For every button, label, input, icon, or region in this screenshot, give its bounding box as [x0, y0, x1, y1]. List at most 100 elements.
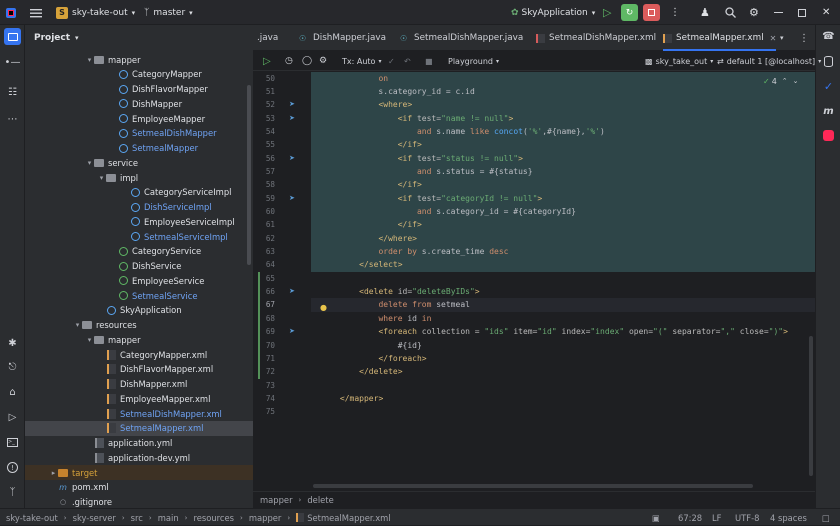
run-tool-icon[interactable]: ▷: [4, 409, 21, 426]
project-panel-header[interactable]: Project ▾: [25, 25, 253, 51]
tree-item-pom-xml[interactable]: m pom.xml: [25, 480, 253, 495]
expand-arrow-icon[interactable]: ▾: [85, 336, 94, 344]
stop-square-icon[interactable]: ■: [425, 51, 433, 71]
run-icon[interactable]: ▷: [603, 0, 611, 25]
datasource-selector[interactable]: ▩ sky_take_out ▾: [645, 51, 713, 71]
services-icon[interactable]: ⎋: [4, 359, 21, 376]
mybatis-navigate-icon[interactable]: ➤: [289, 327, 298, 335]
tree-item-setmealmapper[interactable]: SetmealMapper: [25, 141, 253, 156]
tree-item-mapper[interactable]: ▾ mapper: [25, 332, 253, 347]
debug-icon[interactable]: ✱: [4, 335, 21, 352]
build-icon[interactable]: ⌂: [4, 384, 21, 401]
tree-item-resources[interactable]: ▾ resources: [25, 318, 253, 333]
expand-arrow-icon[interactable]: ▾: [97, 174, 106, 182]
tree-item-application-yml[interactable]: application.yml: [25, 436, 253, 451]
structure-icon[interactable]: ☷: [4, 84, 21, 101]
project-tool-folder-icon[interactable]: [4, 28, 21, 45]
lock-icon[interactable]: □: [822, 509, 830, 526]
ai-assistant-icon[interactable]: [820, 127, 837, 144]
code-line[interactable]: [311, 272, 815, 285]
mybatis-navigate-icon[interactable]: ➤: [289, 287, 298, 295]
maven-icon[interactable]: m: [820, 103, 837, 120]
code-line[interactable]: where id in: [311, 312, 815, 325]
code-line[interactable]: [311, 405, 815, 418]
mybatis-navigate-icon[interactable]: ➤: [289, 194, 298, 202]
tree-item-dishflavormapper[interactable]: DishFlavorMapper: [25, 82, 253, 97]
code-line[interactable]: </if>: [311, 218, 815, 232]
maximize-icon[interactable]: [798, 0, 806, 25]
path-segment[interactable]: resources: [193, 513, 234, 523]
mybatis-navigate-icon[interactable]: ➤: [289, 154, 298, 162]
code-line[interactable]: <if test="status != null">: [311, 151, 815, 165]
add-user-icon[interactable]: ♟: [700, 0, 710, 25]
code-editor[interactable]: 50 on 51 s.category_id = c.id 52 ➤ <where> 5…: [253, 71, 815, 491]
tab-setmealmapper-xml[interactable]: SetmealMapper.xml ✕: [663, 25, 777, 51]
code-line[interactable]: and s.name like concot('%',#{name},'%'): [311, 124, 815, 139]
code-line[interactable]: </where>: [311, 231, 815, 246]
code-line[interactable]: </if>: [311, 138, 815, 152]
code-line[interactable]: <where>: [311, 98, 815, 112]
problems-icon[interactable]: !: [4, 459, 21, 476]
tree-item-categorymapper-xml[interactable]: CategoryMapper.xml: [25, 347, 253, 362]
expand-arrow-icon[interactable]: ▸: [49, 469, 58, 477]
path-segment[interactable]: mapper: [249, 513, 282, 523]
explain-plan-icon[interactable]: ◯: [302, 51, 312, 71]
tree-item-setmealmapper-xml[interactable]: SetmealMapper.xml: [25, 420, 253, 436]
settings-icon[interactable]: ⚙: [319, 51, 327, 71]
prev-highlight-icon[interactable]: ⌃: [782, 77, 788, 85]
editor-horizontal-scrollbar[interactable]: [313, 484, 753, 488]
expand-arrow-icon[interactable]: ▾: [73, 321, 82, 329]
mybatis-navigate-icon[interactable]: ➤: [289, 114, 298, 122]
path-segment[interactable]: sky-take-out: [6, 513, 58, 523]
tree-item-employeemapper-xml[interactable]: EmployeeMapper.xml: [25, 391, 253, 406]
tree-item-categoryservice[interactable]: CategoryService: [25, 244, 253, 259]
mybatis-navigate-icon[interactable]: ➤: [289, 100, 298, 108]
editor-scrollbar[interactable]: [809, 336, 813, 476]
more-tools-icon[interactable]: ⋯: [4, 111, 21, 128]
tree-item-categorymapper[interactable]: CategoryMapper: [25, 67, 253, 82]
code-line[interactable]: on: [311, 71, 815, 85]
tree-item-employeemapper[interactable]: EmployeeMapper: [25, 111, 253, 126]
commit-icon[interactable]: •—: [4, 54, 21, 71]
file-encoding[interactable]: UTF-8: [735, 509, 759, 526]
playground-selector[interactable]: Playground ▾: [448, 51, 499, 71]
mybatis-bird-icon[interactable]: ✓: [820, 78, 837, 95]
line-separator[interactable]: LF: [712, 509, 721, 526]
expand-arrow-icon[interactable]: ▾: [85, 56, 94, 64]
execute-icon[interactable]: ▷: [263, 51, 271, 71]
tree-item-categoryserviceimpl[interactable]: CategoryServiceImpl: [25, 185, 253, 200]
tree-item-dishmapper-xml[interactable]: DishMapper.xml: [25, 377, 253, 392]
tree-item-employeeserviceimpl[interactable]: EmployeeServiceImpl: [25, 214, 253, 229]
notifications-bell-icon[interactable]: ☎: [820, 28, 837, 45]
stop-icon[interactable]: [643, 0, 660, 25]
tab-dishmapper-java[interactable]: ☉ DishMapper.java: [299, 25, 386, 51]
vcs-change-marker[interactable]: [258, 271, 260, 379]
path-segment[interactable]: main: [158, 513, 179, 523]
tree-item-employeeservice[interactable]: EmployeeService: [25, 273, 253, 288]
code-line[interactable]: <delete id="deleteByIDs">: [311, 285, 815, 298]
tree-item-dishserviceimpl[interactable]: DishServiceImpl: [25, 200, 253, 215]
search-icon[interactable]: [725, 0, 736, 25]
close-icon[interactable]: ✕: [822, 0, 830, 25]
tree-item-setmealservice[interactable]: SetmealService: [25, 288, 253, 303]
tree-item-setmealserviceimpl[interactable]: SetmealServiceImpl: [25, 229, 253, 244]
settings-gear-icon[interactable]: ⚙: [749, 0, 759, 25]
code-line[interactable]: delete from setmeal: [311, 298, 815, 312]
tree-item-skyapplication[interactable]: SkyApplication: [25, 303, 253, 318]
code-line[interactable]: [311, 379, 815, 392]
tree-item-dishflavormapper-xml[interactable]: DishFlavorMapper.xml: [25, 362, 253, 377]
code-line[interactable]: #{id}: [311, 339, 815, 352]
tree-item-service[interactable]: ▾ service: [25, 155, 253, 170]
close-tab-icon[interactable]: ✕: [770, 34, 777, 43]
tree-item-dishmapper[interactable]: DishMapper: [25, 96, 253, 111]
next-highlight-icon[interactable]: ⌄: [793, 77, 799, 85]
indent-setting[interactable]: 4 spaces: [770, 509, 807, 526]
breadcrumb-item[interactable]: delete: [307, 495, 333, 505]
code-line[interactable]: </select>: [311, 258, 815, 272]
app-logo-icon[interactable]: [5, 0, 17, 25]
path-segment[interactable]: sky-server: [73, 513, 116, 523]
code-line[interactable]: </mapper>: [311, 392, 815, 405]
tab-setmealdishmapper-java[interactable]: ☉ SetmealDishMapper.java: [400, 25, 523, 51]
code-line[interactable]: order by s.create_time desc: [311, 245, 815, 259]
run-config-selector[interactable]: ✿ SkyApplication ▾: [511, 0, 595, 25]
